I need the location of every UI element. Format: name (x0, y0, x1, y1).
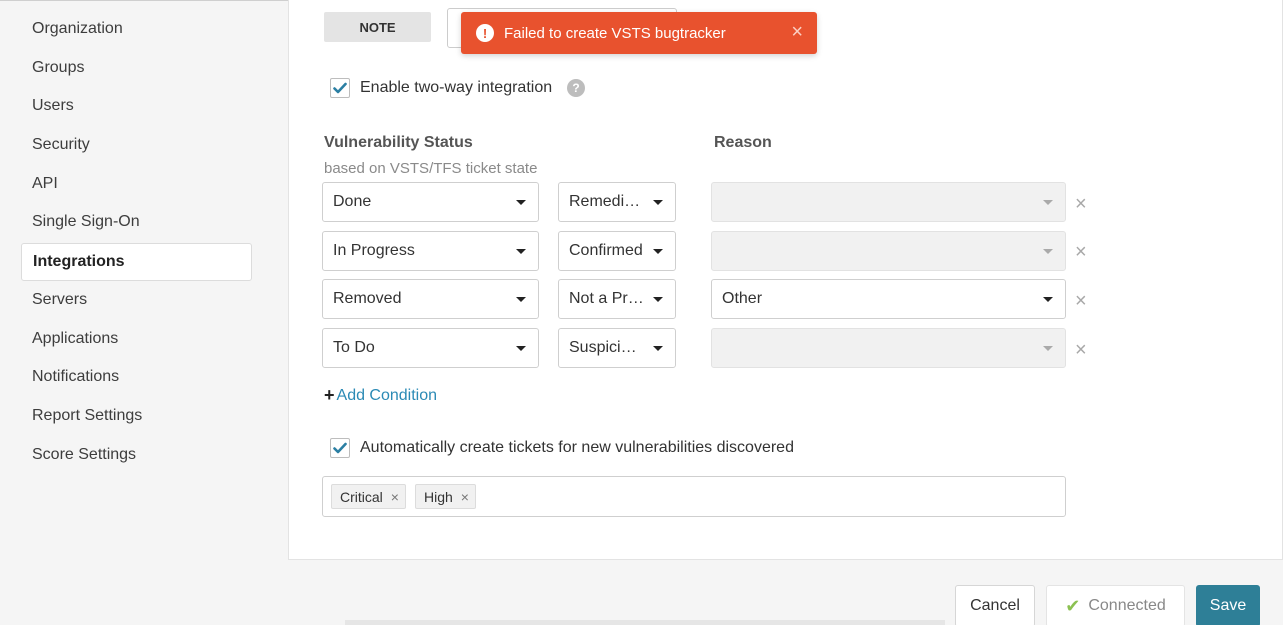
plus-icon: + (324, 385, 335, 405)
connected-button[interactable]: ✔ Connected (1046, 585, 1185, 625)
caret-down-icon (1043, 249, 1053, 254)
close-icon[interactable]: × (791, 22, 803, 42)
checkmark-icon (333, 82, 347, 94)
note-button[interactable]: NOTE (324, 12, 431, 42)
checkmark-icon (333, 442, 347, 454)
remove-condition-icon[interactable]: × (1075, 194, 1087, 214)
caret-down-icon (653, 200, 663, 205)
sidebar-item-score-settings[interactable]: Score Settings (21, 436, 252, 474)
save-button[interactable]: Save (1196, 585, 1260, 625)
vulnerability-status-subheader: based on VSTS/TFS ticket state (324, 160, 538, 177)
sidebar-item-users[interactable]: Users (21, 87, 252, 125)
caret-down-icon (653, 297, 663, 302)
exclamation-circle-icon: ! (476, 24, 494, 42)
sidebar-item-applications[interactable]: Applications (21, 320, 252, 358)
severity-tag: High × (414, 484, 476, 509)
vulnerability-status-select[interactable]: Remediated (558, 182, 676, 222)
two-way-checkbox[interactable] (330, 78, 350, 98)
reason-select (711, 231, 1066, 271)
sidebar-item-report-settings[interactable]: Report Settings (21, 397, 252, 435)
caret-down-icon (1043, 297, 1053, 302)
sidebar-item-single-sign-on[interactable]: Single Sign-On (21, 203, 252, 241)
vulnerability-status-select[interactable]: Confirmed (558, 231, 676, 271)
sidebar-item-notifications[interactable]: Notifications (21, 358, 252, 396)
remove-tag-icon[interactable]: × (391, 489, 399, 505)
vulnerability-status-select[interactable]: Not a Problem (558, 279, 676, 319)
settings-sidebar: Organization Groups Users Security API S… (0, 0, 270, 625)
ticket-state-select[interactable]: Removed (322, 279, 539, 319)
question-mark-icon[interactable]: ? (567, 79, 585, 97)
sidebar-item-groups[interactable]: Groups (21, 49, 252, 87)
sidebar-item-servers[interactable]: Servers (21, 281, 252, 319)
reason-select[interactable]: Other (711, 279, 1066, 319)
auto-create-checkbox[interactable] (330, 438, 350, 458)
reason-select (711, 328, 1066, 368)
remove-condition-icon[interactable]: × (1075, 291, 1087, 311)
vulnerability-status-header: Vulnerability Status (324, 134, 473, 151)
two-way-label: Enable two-way integration (360, 79, 553, 96)
caret-down-icon (653, 346, 663, 351)
caret-down-icon (516, 249, 526, 254)
vulnerability-status-select[interactable]: Suspicious (558, 328, 676, 368)
caret-down-icon (516, 346, 526, 351)
severity-tag: Critical × (331, 484, 406, 509)
auto-create-label: Automatically create tickets for new vul… (360, 439, 794, 456)
sidebar-item-api[interactable]: API (21, 165, 252, 203)
reason-header: Reason (714, 134, 772, 151)
remove-condition-icon[interactable]: × (1075, 340, 1087, 360)
cancel-button[interactable]: Cancel (955, 585, 1035, 625)
severity-tags-input[interactable]: Critical × High × (322, 476, 1066, 517)
checkmark-icon: ✔ (1065, 595, 1081, 616)
sidebar-item-organization[interactable]: Organization (21, 10, 252, 48)
sidebar-item-integrations[interactable]: Integrations (21, 243, 252, 281)
caret-down-icon (516, 297, 526, 302)
sidebar-item-security[interactable]: Security (21, 126, 252, 164)
caret-down-icon (1043, 200, 1053, 205)
toast-message: Failed to create VSTS bugtracker (504, 24, 726, 42)
remove-condition-icon[interactable]: × (1075, 242, 1087, 262)
scroll-shadow (345, 620, 945, 625)
error-toast: ! Failed to create VSTS bugtracker × (461, 12, 817, 54)
caret-down-icon (1043, 346, 1053, 351)
caret-down-icon (653, 249, 663, 254)
ticket-state-select[interactable]: Done (322, 182, 539, 222)
ticket-state-select[interactable]: In Progress (322, 231, 539, 271)
caret-down-icon (516, 200, 526, 205)
add-condition-link[interactable]: + Add Condition (324, 385, 437, 406)
reason-select (711, 182, 1066, 222)
ticket-state-select[interactable]: To Do (322, 328, 539, 368)
remove-tag-icon[interactable]: × (461, 489, 469, 505)
